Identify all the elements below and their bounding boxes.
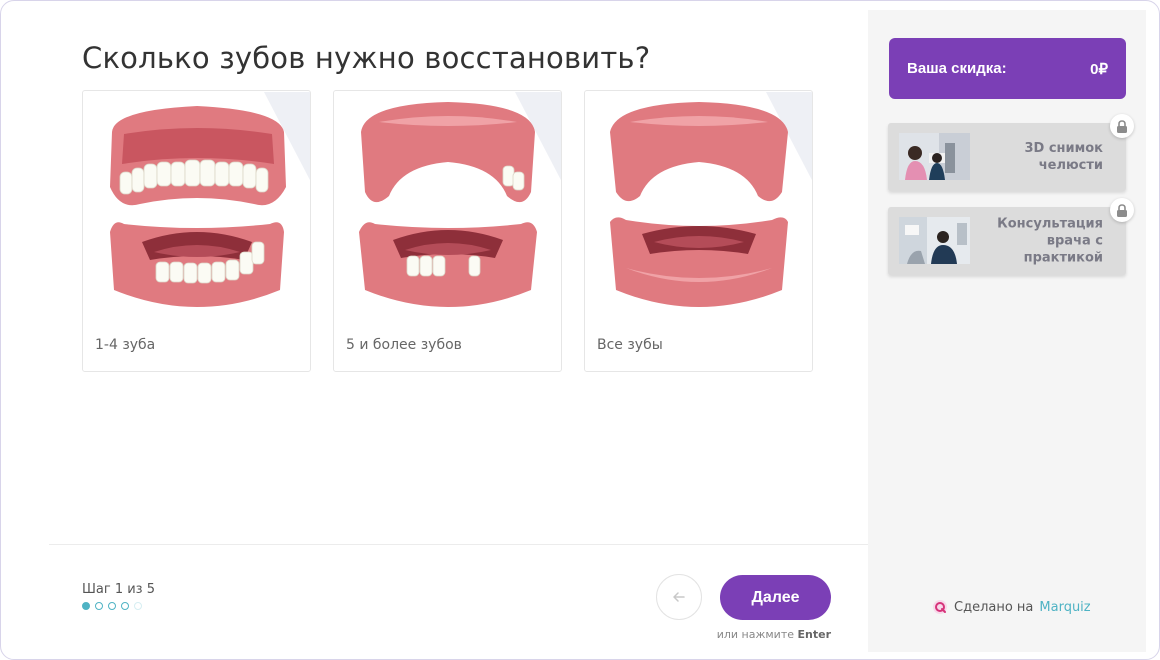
enter-hint: или нажмите Enter — [716, 628, 831, 641]
progress-dots — [82, 602, 142, 610]
progress-dot-1 — [82, 602, 90, 610]
option-card-all-teeth[interactable]: Все зубы — [584, 90, 813, 372]
enter-hint-key: Enter — [797, 628, 832, 641]
jaw-no-teeth-image — [586, 92, 812, 317]
progress-dot-3 — [108, 602, 116, 610]
progress-dot-2 — [95, 602, 103, 610]
lock-icon — [1117, 203, 1127, 217]
step-indicator: Шаг 1 из 5 — [82, 582, 155, 597]
bonus-text: Консультация врача с практикой — [997, 216, 1103, 266]
marquiz-logo-icon — [933, 600, 947, 614]
enter-hint-prefix: или нажмите — [716, 628, 794, 641]
jaw-missing-few-teeth-image — [84, 92, 310, 317]
made-with-credit: Сделано на Marquiz — [932, 599, 1091, 615]
option-label: 5 и более зубов — [346, 337, 462, 353]
jaw-missing-many-teeth-image — [335, 92, 561, 317]
bonus-text: 3D снимок челюсти — [1024, 141, 1103, 173]
bonus-card-3d-scan: 3D снимок челюсти — [888, 114, 1134, 191]
bonus-card-consultation: Консультация врача с практикой — [888, 198, 1134, 275]
discount-label: Ваша скидка: — [907, 60, 1007, 77]
arrow-left-icon — [673, 592, 685, 602]
lock-badge — [1110, 114, 1134, 138]
option-card-5-plus-teeth[interactable]: 5 и более зубов — [333, 90, 562, 372]
bonus-photo-3d-scan — [899, 133, 970, 180]
made-with-prefix: Сделано на — [954, 599, 1034, 615]
marquiz-link[interactable]: Marquiz — [1039, 600, 1090, 615]
bonus-photo-consultation — [899, 217, 970, 264]
question-title: Сколько зубов нужно восстановить? — [82, 41, 651, 75]
progress-dot-4 — [121, 602, 129, 610]
lock-icon — [1117, 119, 1127, 133]
footer-divider — [49, 544, 868, 545]
next-button[interactable]: Далее — [720, 575, 831, 620]
bonus-sidebar: Ваша скидка: 0₽ 3D снимок челюсти Консул… — [868, 10, 1146, 652]
quiz-main-panel: Сколько зубов нужно восстановить? 1-4 зу… — [1, 1, 868, 659]
option-card-1-4-teeth[interactable]: 1-4 зуба — [82, 90, 311, 372]
quiz-window: Сколько зубов нужно восстановить? 1-4 зу… — [0, 0, 1160, 660]
back-button[interactable] — [656, 574, 702, 620]
progress-dot-5 — [134, 602, 142, 610]
lock-badge — [1110, 198, 1134, 222]
discount-box: Ваша скидка: 0₽ — [889, 38, 1126, 99]
discount-value: 0₽ — [1090, 60, 1108, 78]
option-label: 1-4 зуба — [95, 337, 156, 353]
option-label: Все зубы — [597, 337, 663, 353]
